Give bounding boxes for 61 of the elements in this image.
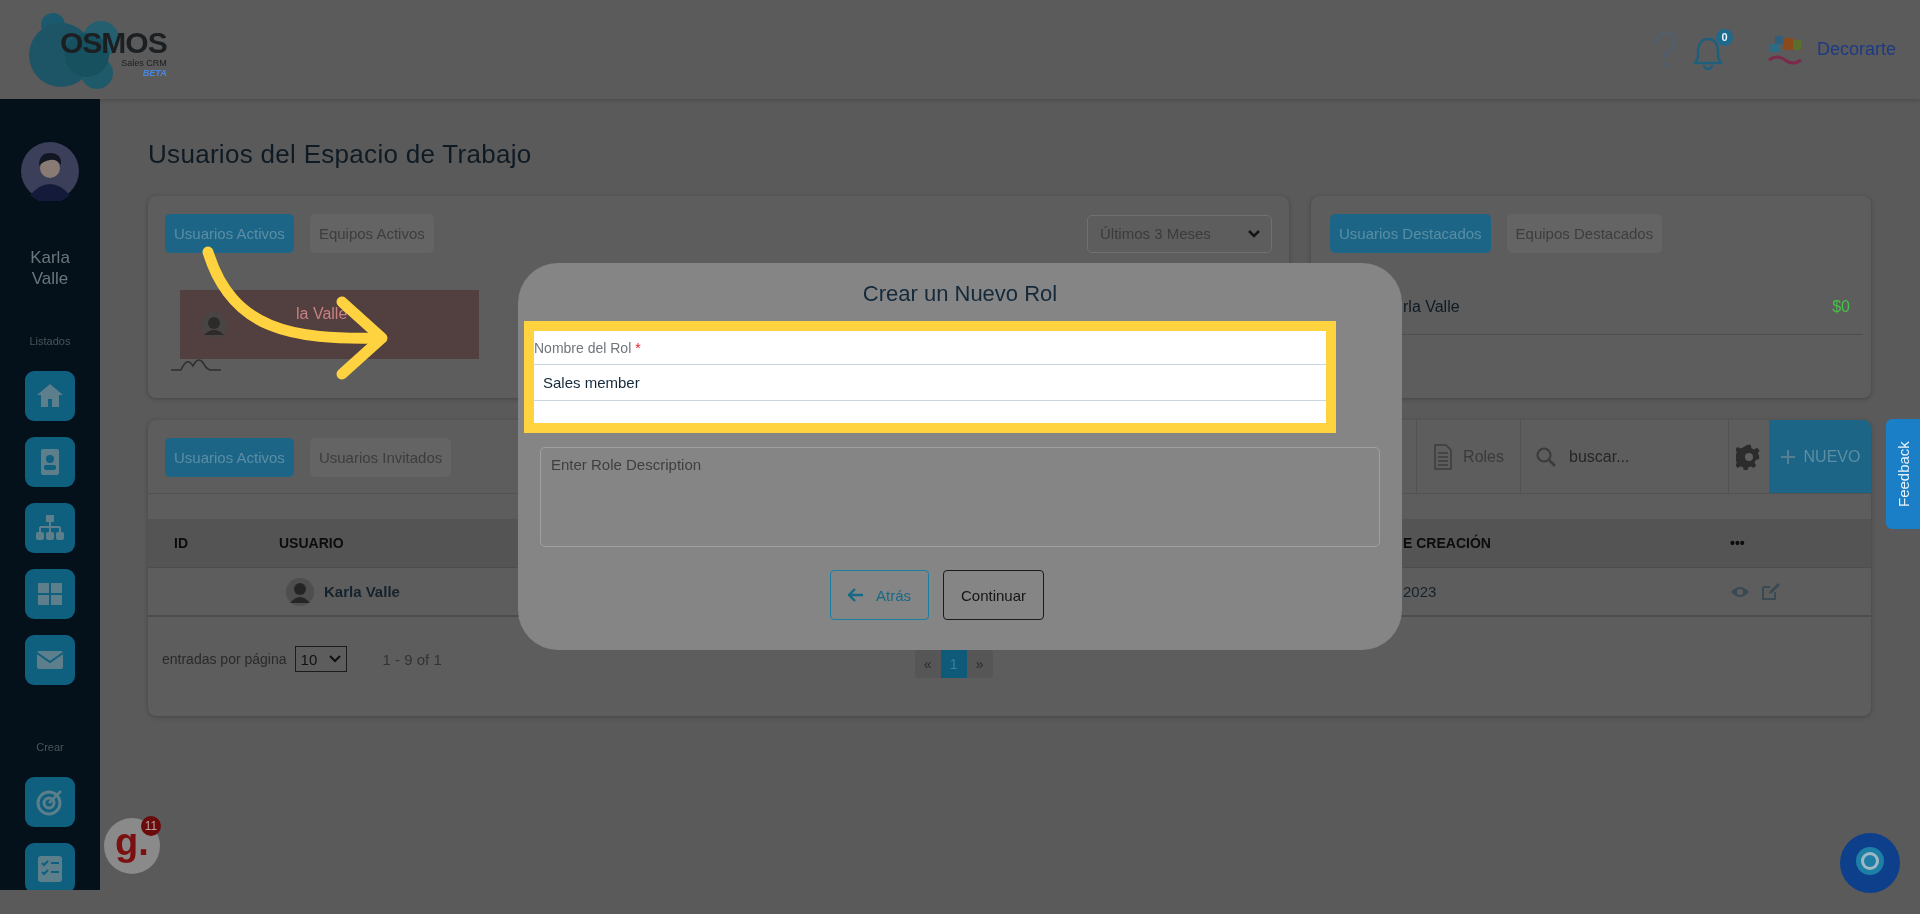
page-size-dropdown[interactable]: 10 [294,646,347,672]
grid-icon [38,583,62,605]
avatar-icon [285,576,315,607]
role-description-field[interactable]: Enter Role Description [540,447,1380,547]
sidebar-item[interactable] [25,503,75,553]
column-header: ID [174,535,189,551]
required-mark: * [635,339,641,356]
dialog-title: Crear un Nuevo Rol [861,281,1059,308]
chevron-icon [1247,228,1261,239]
column-header: E CREACIÓN [1403,535,1492,551]
sidebar-item[interactable] [25,635,75,685]
sidebar-item[interactable] [25,437,75,487]
column-header: ••• [1730,535,1746,551]
arrow-left-icon [847,588,864,602]
contact-card-icon [41,449,59,475]
tab[interactable]: Usuarios Activos [165,438,294,477]
sparkline [171,356,221,372]
target-icon [36,790,62,816]
document-icon [1433,443,1454,470]
continue-button[interactable]: Continuar [943,570,1045,620]
notifications-button[interactable]: 0 [1692,28,1733,71]
beta-label: BETA [142,67,167,78]
amount: $0 [1832,297,1850,316]
user-name: Karla Valle [29,247,71,289]
tab[interactable]: Usuarios Destacados [1330,214,1491,253]
column-header: USUARIO [279,535,345,551]
hierarchy-icon [36,515,64,540]
notification-count-badge: 0 [1715,28,1733,46]
page-button[interactable]: « [914,650,941,678]
search-icon [1535,445,1557,468]
sidebar-item[interactable] [25,777,75,827]
company-logo-icon [1768,35,1802,64]
field-label: Nombre del Rol [534,339,632,356]
company-name[interactable]: Decorarte [1816,39,1896,60]
user-name: rla Valle [1403,297,1460,316]
sidebar-item[interactable] [25,843,75,890]
plus-icon [1779,448,1796,465]
search-field[interactable]: buscar... [1567,446,1727,467]
chat-button[interactable] [1839,832,1901,894]
count-badge: 11 [141,816,161,836]
user-avatar [20,141,80,201]
sidebar-item[interactable] [25,371,75,421]
checklist-icon [38,856,62,882]
avatar-icon [200,310,228,339]
back-button[interactable]: Atrás [829,570,929,620]
section-title: Crear [36,741,64,753]
user-name: la Valle [296,304,348,323]
sidebar-item[interactable] [25,569,75,619]
page-title: Usuarios del Espacio de Trabajo [148,139,533,171]
page-button[interactable]: » [966,650,993,678]
logo-wordmark: OSMOS [60,27,167,58]
section-title: Listados [29,335,71,347]
new-button[interactable]: NUEVO [1769,420,1871,493]
mail-icon [36,651,64,669]
settings-icon [1736,443,1762,470]
feedback-tab[interactable]: Feedback [1886,419,1920,529]
table-cell-text: 2023 [1403,583,1438,600]
home-icon [37,384,63,407]
chevron-icon [328,655,341,663]
user-name: Karla Valle [324,583,400,600]
tab[interactable]: Usuarios Activos [165,214,294,253]
